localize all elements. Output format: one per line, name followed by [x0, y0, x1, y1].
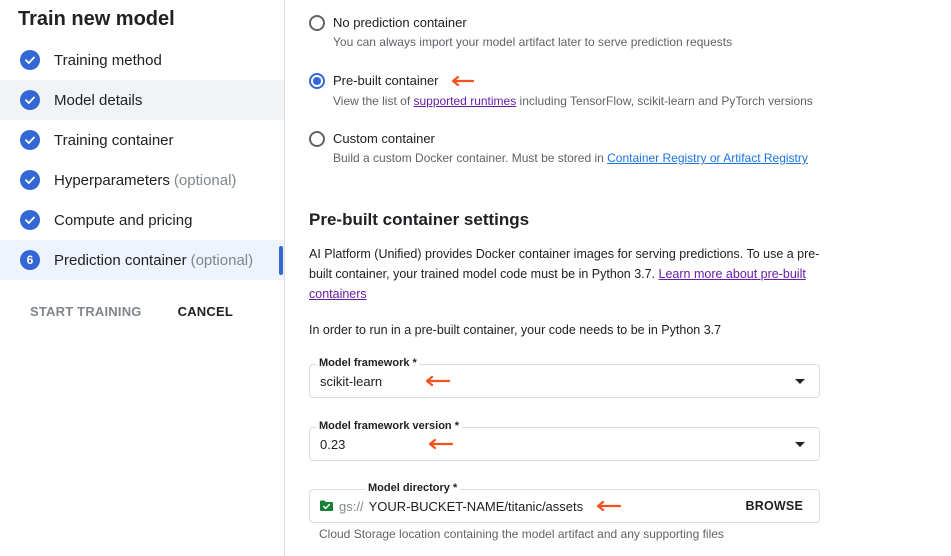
field-label: Model directory * [365, 481, 461, 495]
model-framework-select[interactable]: Model framework * scikit-learn [309, 356, 820, 398]
option-label: Pre-built container [333, 73, 439, 88]
start-training-button[interactable]: START TRAINING [30, 304, 142, 319]
option-description-prefix: View the list of [333, 93, 414, 108]
step-label: Hyperparameters [54, 171, 170, 189]
gs-prefix: gs:// [339, 499, 364, 514]
container-registry-link[interactable]: Container Registry or Artifact Registry [607, 151, 808, 165]
step-label: Compute and pricing [54, 211, 193, 229]
radio-pre-built-container[interactable] [309, 73, 325, 89]
check-circle-icon [20, 90, 40, 110]
field-label: Model framework * [316, 356, 420, 370]
main-content: No prediction container You can always i… [285, 0, 951, 556]
radio-no-prediction-container[interactable] [309, 15, 325, 31]
option-description-suffix: including TensorFlow, scikit-learn and P… [516, 93, 813, 108]
radio-custom-container[interactable] [309, 131, 325, 147]
sidebar-actions: START TRAINING CANCEL [30, 304, 233, 319]
step-compute-and-pricing[interactable]: Compute and pricing [0, 200, 284, 240]
folder-check-icon [320, 499, 333, 514]
option-custom-container[interactable]: Custom container Build a custom Docker c… [309, 130, 808, 167]
python-note: In order to run in a pre-built container… [309, 323, 722, 337]
check-circle-icon [20, 50, 40, 70]
dropdown-arrow-icon [795, 442, 805, 447]
field-value: scikit-learn [320, 374, 383, 389]
page-title: Train new model [18, 8, 175, 30]
annotation-arrow-icon [427, 437, 454, 452]
model-directory-input[interactable]: Model directory * gs:// YOUR-BUCKET-NAME… [309, 481, 820, 523]
section-title: Pre-built container settings [309, 210, 530, 229]
settings-description: AI Platform (Unified) provides Docker co… [309, 244, 829, 304]
dropdown-arrow-icon [795, 379, 805, 384]
browse-button[interactable]: BROWSE [746, 499, 803, 513]
check-circle-icon [20, 170, 40, 190]
field-value: YOUR-BUCKET-NAME/titanic/assets [368, 499, 584, 514]
supported-runtimes-link[interactable]: supported runtimes [413, 94, 516, 108]
step-hyperparameters[interactable]: Hyperparameters (optional) [0, 160, 284, 200]
annotation-arrow-icon [595, 499, 622, 514]
step-label: Prediction container [54, 251, 187, 269]
option-description-prefix: Build a custom Docker container. Must be… [333, 151, 608, 165]
step-number-icon: 6 [20, 250, 40, 270]
optional-tag: (optional) [190, 251, 254, 269]
step-prediction-container[interactable]: 6 Prediction container (optional) [0, 240, 284, 280]
step-label: Training container [54, 131, 174, 149]
option-label: No prediction container [333, 15, 467, 30]
step-label: Training method [54, 51, 162, 69]
step-training-method[interactable]: Training method [0, 40, 284, 80]
step-number: 6 [26, 253, 34, 267]
annotation-arrow-icon [450, 73, 475, 91]
field-value: 0.23 [320, 437, 346, 452]
check-circle-icon [20, 130, 40, 150]
option-pre-built-container[interactable]: Pre-built container View the list of sup… [309, 72, 813, 110]
steps-list: Training method Model details Training c… [0, 40, 284, 280]
field-label: Model framework version * [316, 419, 462, 433]
model-framework-version-select[interactable]: Model framework version * 0.23 [309, 419, 820, 461]
step-training-container[interactable]: Training container [0, 120, 284, 160]
model-directory-hint: Cloud Storage location containing the mo… [319, 527, 724, 541]
check-circle-icon [20, 210, 40, 230]
option-label: Custom container [333, 131, 435, 146]
option-no-prediction-container[interactable]: No prediction container You can always i… [309, 14, 732, 51]
optional-tag: (optional) [173, 171, 237, 189]
cancel-button[interactable]: CANCEL [178, 304, 233, 319]
step-label: Model details [54, 91, 143, 109]
step-model-details[interactable]: Model details [0, 80, 284, 120]
stepper-sidebar: Train new model Training method Model de… [0, 0, 285, 556]
option-description: You can always import your model artifac… [333, 35, 733, 49]
active-step-indicator [279, 246, 283, 275]
annotation-arrow-icon [424, 374, 451, 389]
